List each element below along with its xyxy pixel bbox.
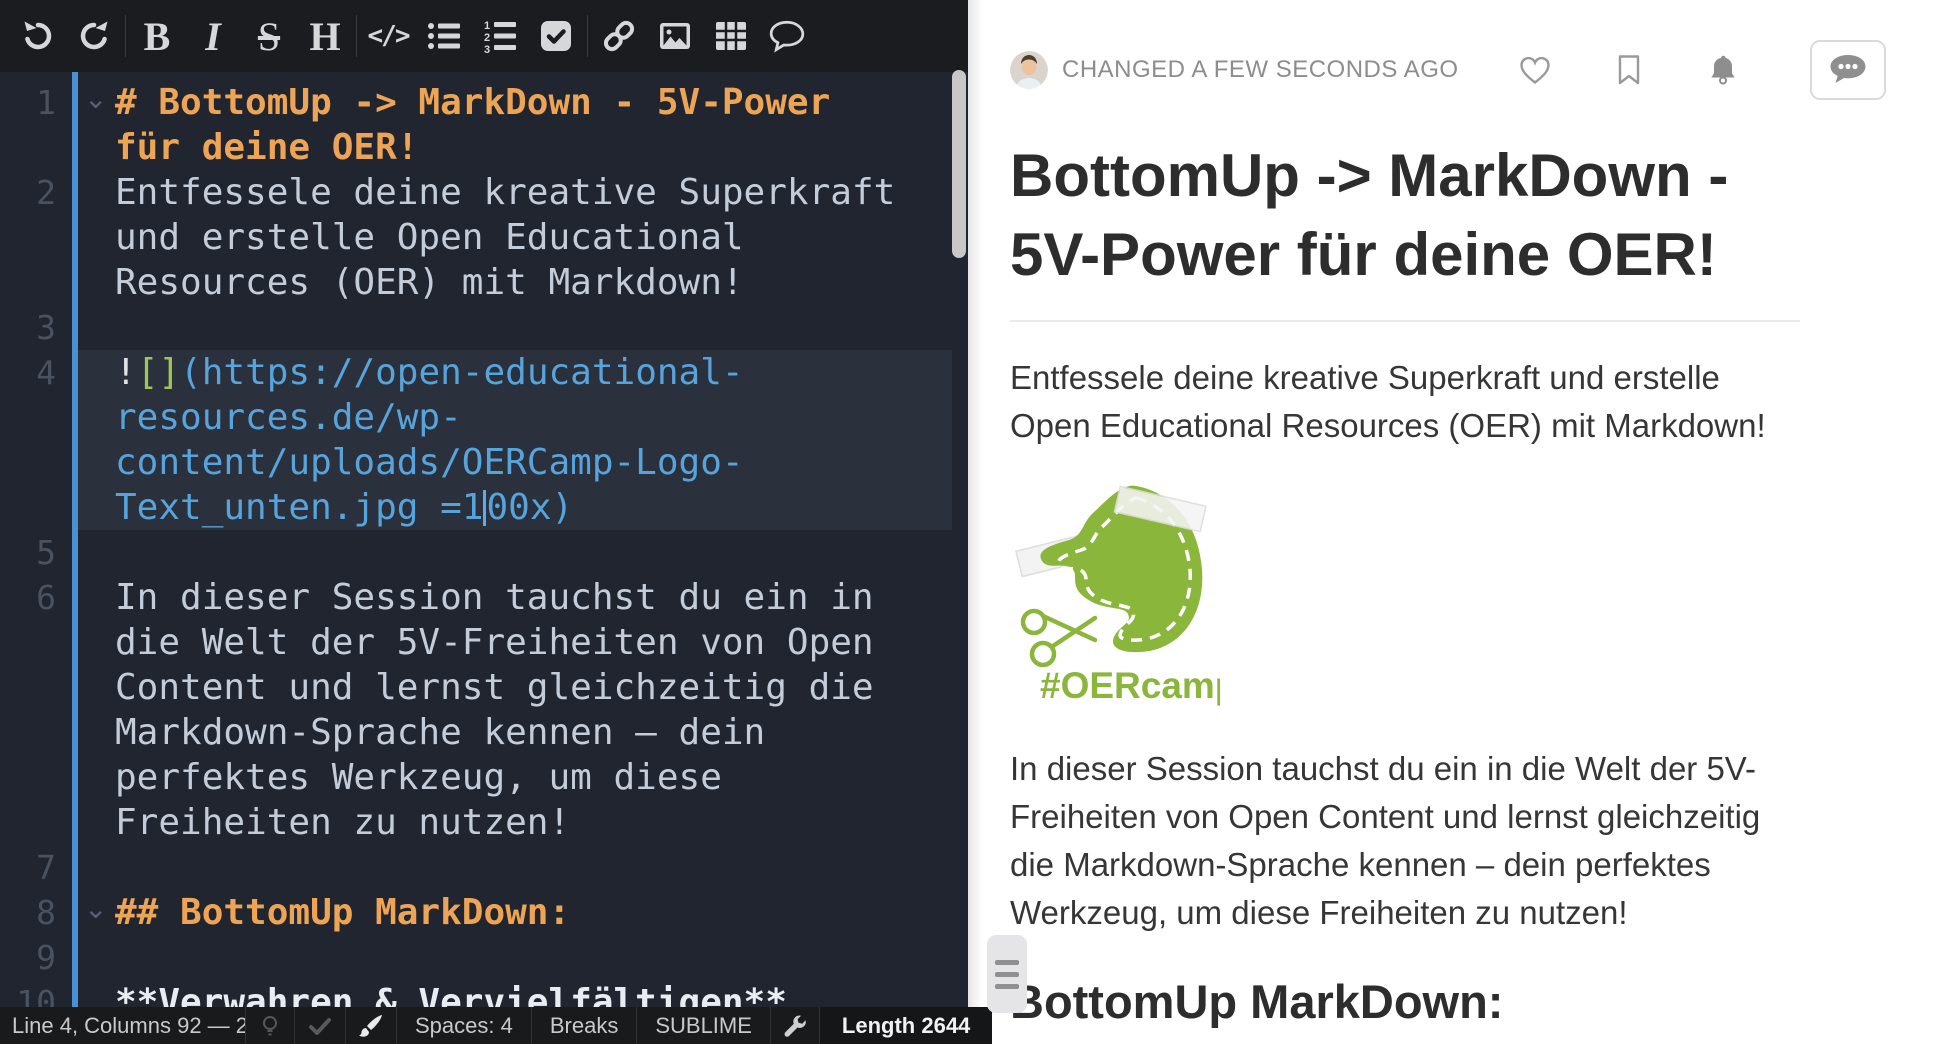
strikethrough-icon[interactable]: S <box>241 10 297 62</box>
undo-icon[interactable] <box>10 10 66 62</box>
markdown-editor-app: B I S H </> 123 <box>0 0 1938 1044</box>
code-row[interactable]: 3 <box>0 305 968 350</box>
last-changed-label: CHANGED A FEW SECONDS AGO <box>1062 56 1459 84</box>
fold-chevron-icon[interactable]: ⌄ <box>84 76 107 121</box>
status-bar: Line 4, Columns 92 — 21 Spaces: 4 Breaks… <box>0 1007 968 1044</box>
bookmark-icon[interactable] <box>1616 54 1642 86</box>
code-row[interactable]: Markdown-Sprache kennen – dein <box>0 710 968 755</box>
code-row[interactable]: resources.de/wp- <box>0 395 968 440</box>
line-number: 6 <box>0 575 56 620</box>
line-number: 4 <box>0 350 56 395</box>
svg-text:3: 3 <box>484 44 490 54</box>
toolbar-separator <box>356 15 357 57</box>
line-number: 8 <box>0 890 56 935</box>
link-icon[interactable] <box>591 10 647 62</box>
comment-icon[interactable] <box>759 10 815 62</box>
avatar[interactable] <box>1010 51 1048 89</box>
ordered-list-icon[interactable]: 123 <box>472 10 528 62</box>
svg-text:1: 1 <box>484 20 490 32</box>
preview-pane: CHANGED A FEW SECONDS AGO BottomUp -> Ma… <box>968 0 1938 1044</box>
cursor-position-status: Line 4, Columns 92 — 21 <box>0 1007 246 1044</box>
bold-icon[interactable]: B <box>129 10 185 62</box>
code-row[interactable]: 2Entfessele deine kreative Superkraft <box>0 170 968 215</box>
code-row[interactable]: 6In dieser Session tauchst du ein in <box>0 575 968 620</box>
comments-button[interactable] <box>1810 40 1886 100</box>
code-row[interactable]: 9 <box>0 935 968 980</box>
oercamp-logo-image: #OERcamp <box>1010 470 1220 713</box>
keymap-setting[interactable]: SUBLIME <box>637 1007 771 1044</box>
editor-pane: B I S H </> 123 <box>0 0 968 1044</box>
line-number: 3 <box>0 305 56 350</box>
checklist-icon[interactable] <box>528 10 584 62</box>
table-icon[interactable] <box>703 10 759 62</box>
fold-chevron-icon[interactable]: ⌄ <box>84 886 107 931</box>
heading-icon[interactable]: H <box>297 10 353 62</box>
paragraph: In dieser Session tauchst du ein in die … <box>1010 745 1800 936</box>
spaces-setting[interactable]: Spaces: 4 <box>397 1007 532 1044</box>
code-row[interactable]: die Welt der 5V-Freiheiten von Open <box>0 620 968 665</box>
line-number: 10 <box>0 980 56 1007</box>
code-row[interactable]: und erstelle Open Educational <box>0 215 968 260</box>
logo-caption: #OERcamp <box>1040 665 1220 706</box>
editor-toolbar: B I S H </> 123 <box>0 0 968 72</box>
toolbar-separator <box>125 15 126 57</box>
section-heading: BottomUp MarkDown: <box>1010 974 1800 1044</box>
lightbulb-icon[interactable] <box>246 1007 295 1044</box>
line-number: 9 <box>0 935 56 980</box>
code-row[interactable]: Content und lernst gleichzeitig die <box>0 665 968 710</box>
document-length-status: Length 2644 <box>820 1007 992 1044</box>
spellcheck-icon[interactable] <box>295 1007 346 1044</box>
preview-header: CHANGED A FEW SECONDS AGO <box>968 0 1938 100</box>
code-row[interactable]: perfektes Werkzeug, um diese <box>0 755 968 800</box>
line-number: 2 <box>0 170 56 215</box>
editor-scrollbar-thumb[interactable] <box>952 70 966 258</box>
line-number: 5 <box>0 530 56 575</box>
breaks-setting[interactable]: Breaks <box>532 1007 637 1044</box>
svg-text:2: 2 <box>484 32 490 44</box>
split-view-handle[interactable] <box>987 935 1027 1013</box>
code-row[interactable]: 10**Verwahren & Vervielfältigen** <box>0 980 968 1007</box>
image-icon[interactable] <box>647 10 703 62</box>
line-number: 1 <box>0 80 56 125</box>
document-title: BottomUp -> MarkDown - 5V-Power für dein… <box>1010 136 1800 322</box>
code-editor[interactable]: 1⌄# BottomUp -> MarkDown - 5V-Powerfür d… <box>0 72 968 1007</box>
code-row[interactable]: 8⌄## BottomUp MarkDown: <box>0 890 968 935</box>
code-row[interactable]: für deine OER! <box>0 125 968 170</box>
code-rows: 1⌄# BottomUp -> MarkDown - 5V-Powerfür d… <box>0 72 968 1007</box>
code-row[interactable]: 5 <box>0 530 968 575</box>
code-row[interactable]: Resources (OER) mit Markdown! <box>0 260 968 305</box>
unordered-list-icon[interactable] <box>416 10 472 62</box>
paragraph: Entfessele deine kreative Superkraft und… <box>1010 354 1800 450</box>
code-row[interactable]: 7 <box>0 845 968 890</box>
bell-icon[interactable] <box>1706 53 1740 87</box>
toolbar-separator <box>587 15 588 57</box>
code-icon[interactable]: </> <box>360 10 416 62</box>
code-row[interactable]: Text_unten.jpg =100x) <box>0 485 968 530</box>
code-row[interactable]: 1⌄# BottomUp -> MarkDown - 5V-Power <box>0 80 968 125</box>
italic-icon[interactable]: I <box>185 10 241 62</box>
heart-icon[interactable] <box>1518 54 1552 86</box>
brush-icon[interactable] <box>346 1007 397 1044</box>
redo-icon[interactable] <box>66 10 122 62</box>
header-actions <box>1518 40 1886 100</box>
code-row[interactable]: 4![](https://open-educational- <box>0 350 968 395</box>
code-row[interactable]: content/uploads/OERCamp-Logo- <box>0 440 968 485</box>
gutter-indicator-bar <box>72 72 78 1007</box>
rendered-document: BottomUp -> MarkDown - 5V-Power für dein… <box>968 136 1800 1044</box>
line-number: 7 <box>0 845 56 890</box>
wrench-icon[interactable] <box>771 1007 820 1044</box>
code-row[interactable]: Freiheiten zu nutzen! <box>0 800 968 845</box>
